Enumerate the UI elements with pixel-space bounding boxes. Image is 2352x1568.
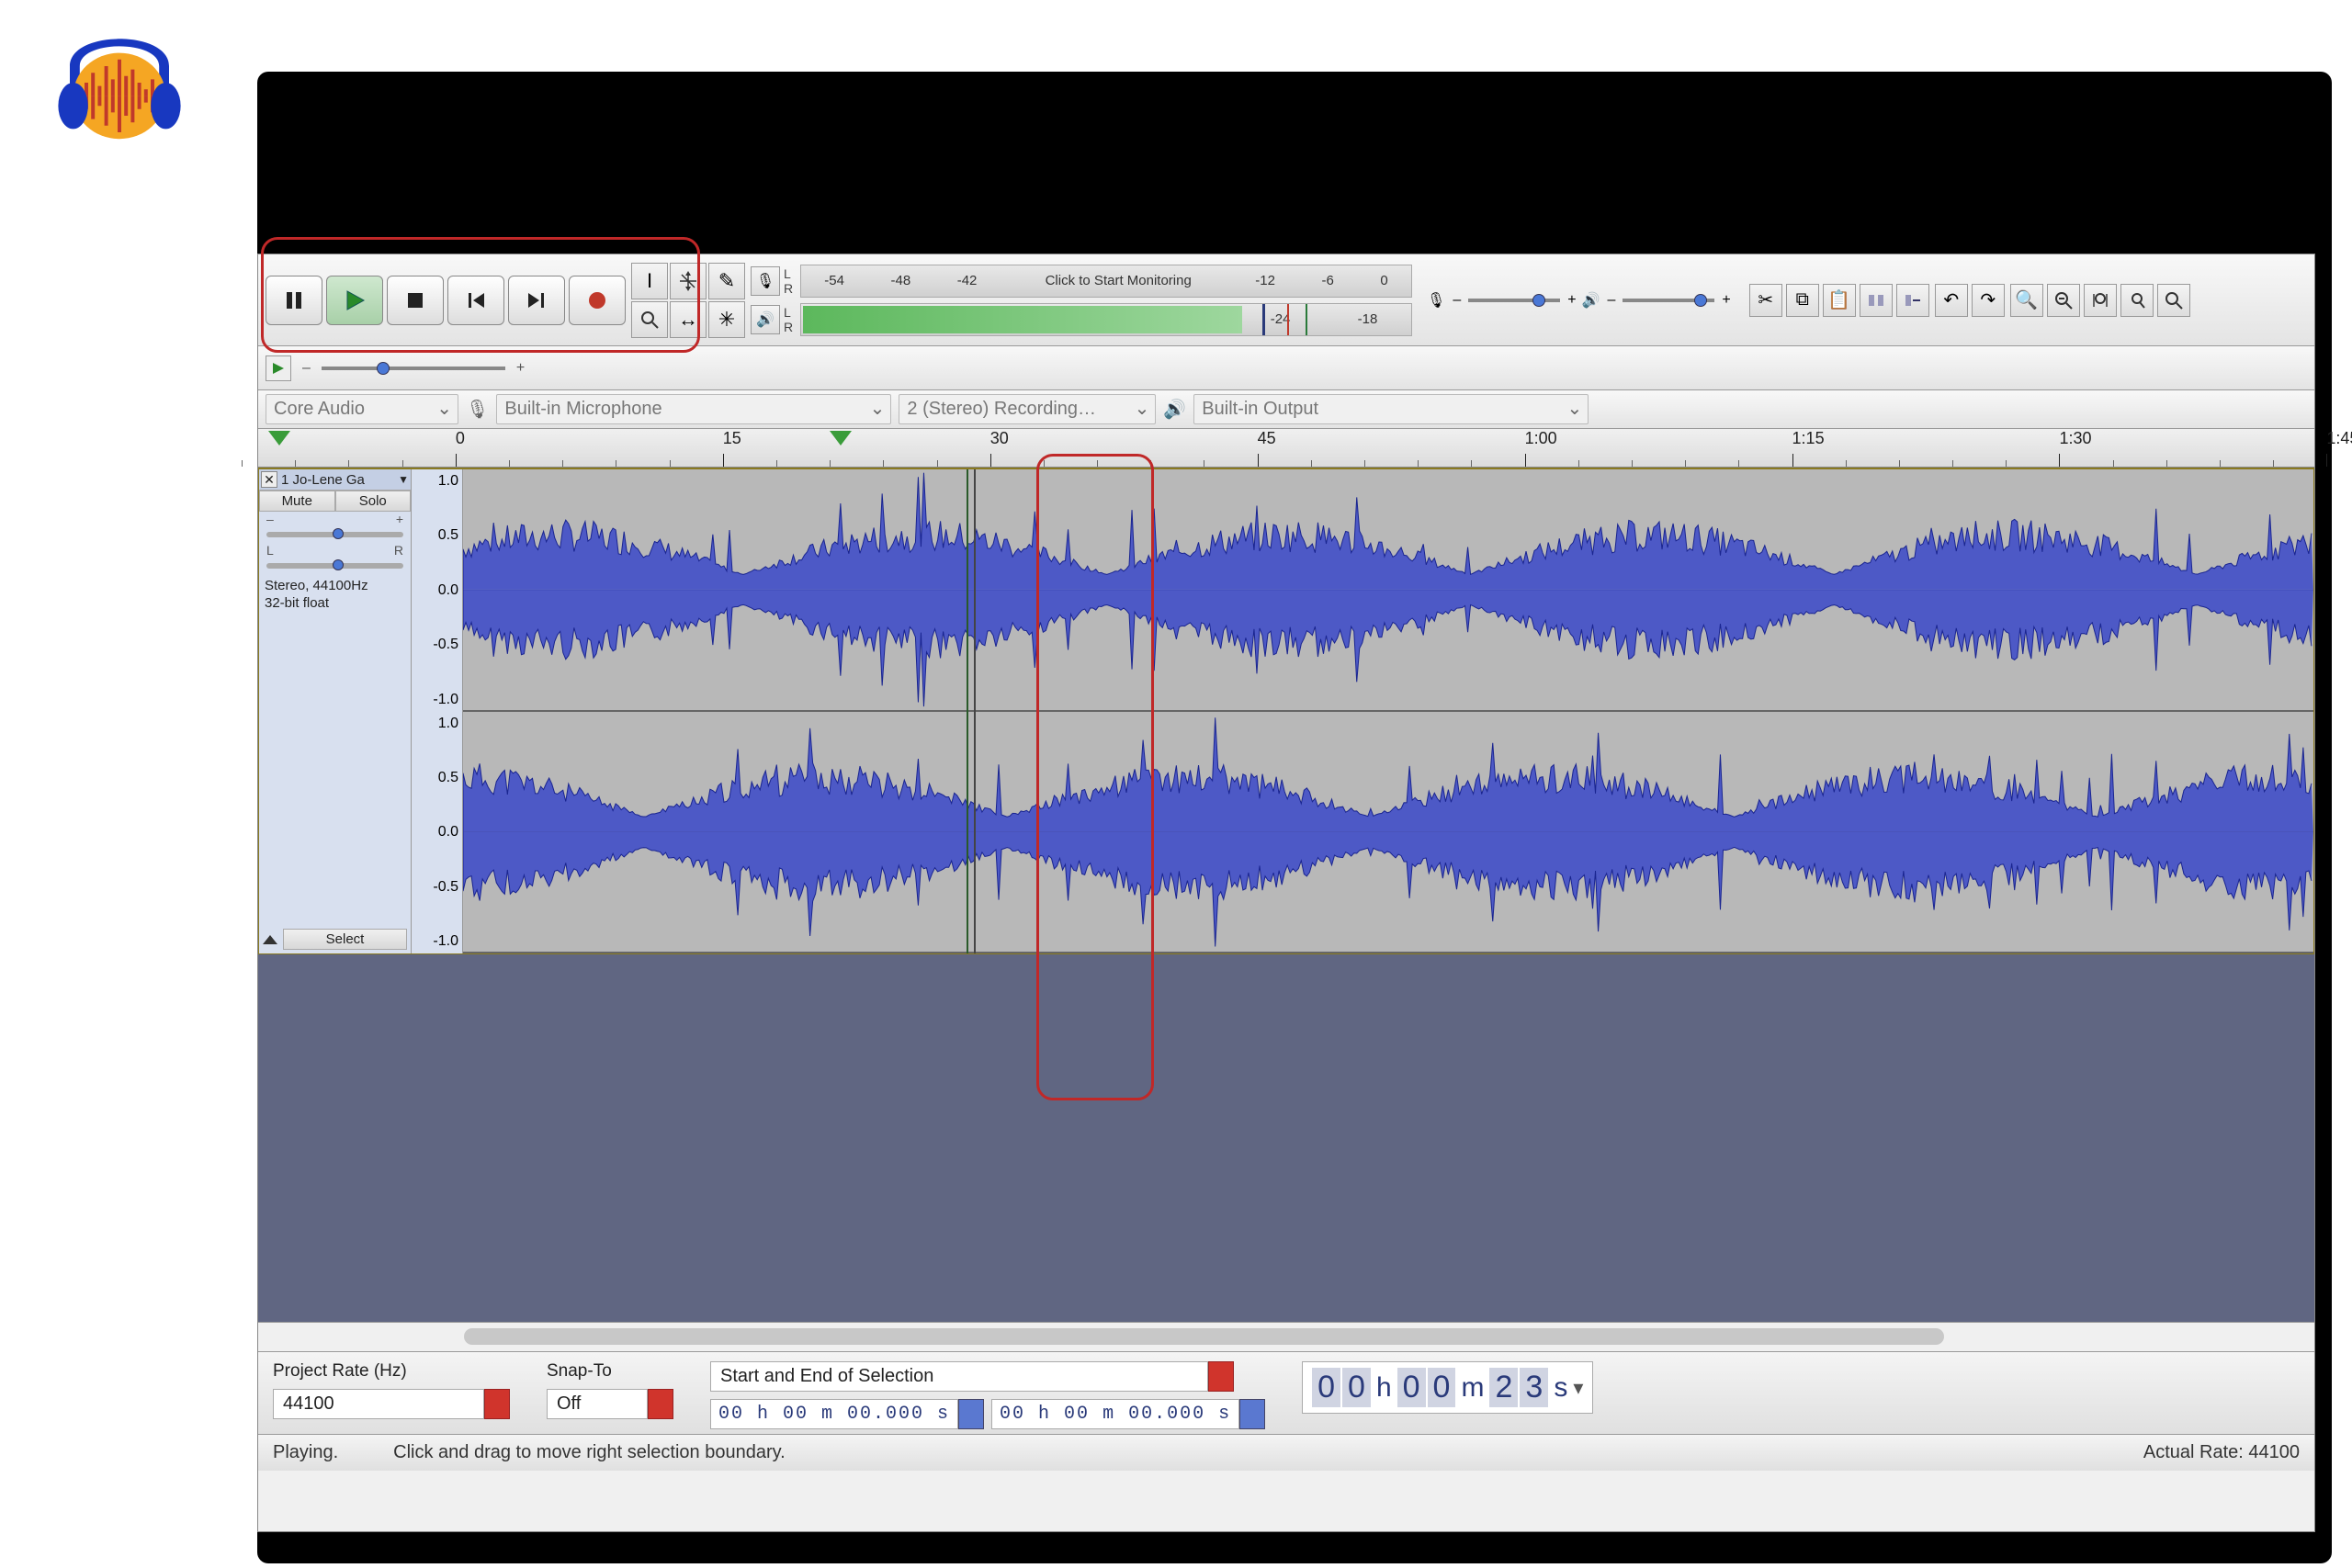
waveform-display[interactable]	[463, 469, 2313, 953]
pause-button[interactable]	[266, 276, 322, 325]
playhead-line-shadow	[974, 469, 976, 953]
envelope-tool-icon[interactable]	[670, 263, 707, 299]
track-format-info: Stereo, 44100Hz 32-bit float	[259, 574, 411, 616]
timeline-ruler[interactable]: 01530451:001:151:301:45	[258, 429, 2314, 468]
cut-icon[interactable]: ✂	[1749, 284, 1782, 317]
zoom-tool-icon[interactable]	[631, 301, 668, 338]
track-close-button[interactable]: ✕	[261, 471, 277, 488]
timeshift-tool-icon[interactable]: ↔	[670, 301, 707, 338]
selection-start-marker-icon[interactable]	[268, 431, 290, 446]
playback-meter[interactable]: -54-48-42-36-30-24-18	[800, 303, 1412, 336]
start-monitoring-text[interactable]: Click to Start Monitoring	[1046, 273, 1192, 288]
solo-button[interactable]: Solo	[335, 491, 412, 512]
skip-end-button[interactable]	[508, 276, 565, 325]
mic-icon[interactable]: 🎙	[751, 266, 780, 296]
playhead-marker-icon[interactable]	[830, 431, 852, 446]
paste-icon[interactable]: 📋	[1823, 284, 1856, 317]
snap-to-select[interactable]: Off	[547, 1389, 648, 1419]
project-rate-label: Project Rate (Hz)	[273, 1361, 510, 1382]
selection-start-input[interactable]: 00 h 00 m 00.000 s	[710, 1399, 958, 1429]
track-control-panel: ✕ 1 Jo-Lene Ga ▼ Mute Solo –+ LR Stereo,…	[259, 469, 412, 953]
undo-icon[interactable]: ↶	[1935, 284, 1968, 317]
fit-selection-icon[interactable]	[2084, 284, 2117, 317]
playback-volume-slider[interactable]: 🔊–+	[1582, 291, 1731, 310]
gain-slider[interactable]	[266, 532, 403, 537]
track-area: ✕ 1 Jo-Lene Ga ▼ Mute Solo –+ LR Stereo,…	[258, 468, 2314, 1322]
skip-start-button[interactable]	[447, 276, 504, 325]
amplitude-scale: 1.00.50.0-0.5-1.0 1.00.50.0-0.5-1.0	[412, 469, 463, 953]
edit-tools: ✂ ⧉ 📋	[1749, 284, 1929, 317]
trim-icon[interactable]	[1860, 284, 1893, 317]
channels-select[interactable]: 2 (Stereo) Recording…	[899, 394, 1156, 424]
redo-icon[interactable]: ↷	[1972, 284, 2005, 317]
meter-lr-label: LR	[784, 266, 797, 296]
horizontal-scrollbar[interactable]	[258, 1322, 2314, 1351]
stop-button[interactable]	[387, 276, 444, 325]
device-bar: Core Audio 🎙 Built-in Microphone 2 (Ster…	[258, 390, 2314, 429]
play-at-speed-bar: – +	[258, 346, 2314, 390]
zoom-out-icon[interactable]	[2047, 284, 2080, 317]
zoom-toggle-icon[interactable]	[2157, 284, 2190, 317]
status-bar: Playing. Click and drag to move right se…	[258, 1434, 2314, 1471]
play-button[interactable]	[326, 276, 383, 325]
audio-host-select[interactable]: Core Audio	[266, 394, 458, 424]
record-meter[interactable]: -54-48-42 Click to Start Monitoring -12-…	[800, 265, 1412, 298]
output-device-select[interactable]: Built-in Output	[1193, 394, 1589, 424]
zoom-in-icon[interactable]: 🔍	[2010, 284, 2043, 317]
project-rate-input[interactable]: 44100	[273, 1389, 484, 1419]
selection-mode-spinner[interactable]	[1208, 1361, 1234, 1392]
collapse-icon[interactable]	[263, 935, 277, 944]
record-button[interactable]	[569, 276, 626, 325]
track-name[interactable]: 1 Jo-Lene Ga	[281, 472, 394, 488]
mic-icon: 🎙	[466, 398, 489, 421]
input-device-select[interactable]: Built-in Microphone	[496, 394, 891, 424]
multi-tool-icon[interactable]: ✳	[708, 301, 745, 338]
silence-icon[interactable]	[1896, 284, 1929, 317]
project-rate-spinner[interactable]	[484, 1389, 510, 1419]
pan-slider[interactable]	[266, 563, 403, 569]
main-toolbar: I ✎ ↔ ✳ 🎙 LR -54-48-42 Click to Start Mo…	[258, 254, 2314, 346]
status-hint: Click and drag to move right selection b…	[393, 1442, 786, 1463]
selection-tool-icon[interactable]: I	[631, 263, 668, 299]
status-actual-rate: Actual Rate: 44100	[2143, 1442, 2300, 1463]
copy-icon[interactable]: ⧉	[1786, 284, 1819, 317]
speaker-icon[interactable]: 🔊	[751, 305, 780, 334]
audacity-logo-icon	[37, 0, 202, 165]
playhead-line	[967, 469, 968, 953]
play-at-speed-button[interactable]	[266, 355, 291, 381]
draw-tool-icon[interactable]: ✎	[708, 263, 745, 299]
selection-toolbar: Project Rate (Hz) 44100 Snap-To Off Star…	[258, 1351, 2314, 1434]
status-state: Playing.	[273, 1442, 338, 1463]
track-select-button[interactable]: Select	[283, 929, 407, 950]
snap-to-spinner[interactable]	[648, 1389, 673, 1419]
audio-track: ✕ 1 Jo-Lene Ga ▼ Mute Solo –+ LR Stereo,…	[258, 468, 2314, 954]
selection-start-spinner[interactable]	[958, 1399, 984, 1429]
zoom-tools: 🔍	[2010, 284, 2190, 317]
meters: 🎙 LR -54-48-42 Click to Start Monitoring…	[751, 263, 1412, 338]
undo-redo: ↶ ↷	[1935, 284, 2005, 317]
audio-position-display[interactable]: 00h 00m 23s ▾	[1302, 1361, 1593, 1414]
snap-to-label: Snap-To	[547, 1361, 673, 1382]
speaker-icon: 🔊	[1163, 398, 1186, 421]
mute-button[interactable]: Mute	[259, 491, 335, 512]
meter-lr-label: LR	[784, 305, 797, 334]
fit-project-icon[interactable]	[2120, 284, 2154, 317]
record-volume-slider[interactable]: 🎙–+	[1427, 291, 1577, 310]
selection-mode-select[interactable]: Start and End of Selection	[710, 1361, 1208, 1392]
selection-end-input[interactable]: 00 h 00 m 00.000 s	[991, 1399, 1239, 1429]
tools-grid: I ✎ ↔ ✳	[631, 263, 745, 338]
transport-controls	[266, 276, 626, 325]
app-window: I ✎ ↔ ✳ 🎙 LR -54-48-42 Click to Start Mo…	[257, 254, 2315, 1532]
track-menu-icon[interactable]: ▼	[398, 473, 409, 486]
selection-end-spinner[interactable]	[1239, 1399, 1265, 1429]
speed-slider[interactable]	[322, 367, 505, 370]
